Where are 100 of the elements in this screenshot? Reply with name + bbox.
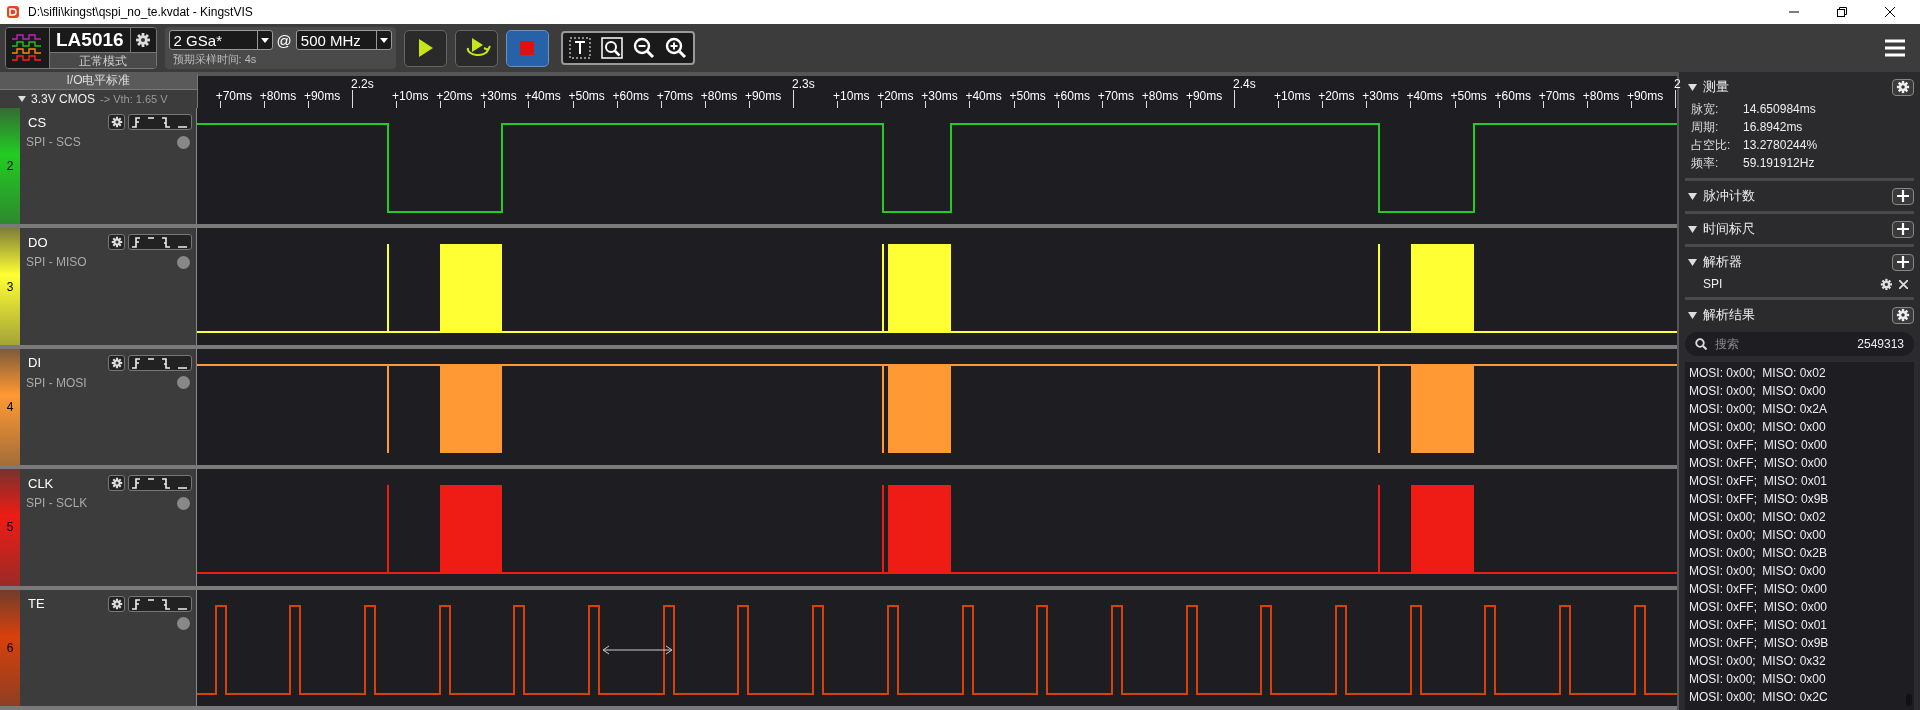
result-row[interactable]: MOSI: 0x00; MISO: 0x32 bbox=[1689, 652, 1910, 670]
status-dot bbox=[177, 255, 190, 269]
window-title: D:\sifli\kingst\qspi_no_te.kvdat - KingstVIS bbox=[28, 5, 253, 19]
result-row[interactable]: MOSI: 0x00; MISO: 0x00 bbox=[1689, 382, 1910, 400]
settings-icon bbox=[110, 356, 123, 369]
add-button[interactable] bbox=[1892, 220, 1914, 238]
tick-label: +20ms bbox=[436, 89, 473, 103]
tick-label: +10ms bbox=[833, 89, 870, 103]
result-row[interactable]: MOSI: 0x00; MISO: 0x00 bbox=[1689, 526, 1910, 544]
restore-icon[interactable] bbox=[1837, 7, 1847, 17]
tick-label: +50ms bbox=[1450, 89, 1487, 103]
decoder-name: SPI bbox=[1703, 277, 1724, 291]
measure-label: 占空比: bbox=[1691, 137, 1732, 154]
channel-name: CS bbox=[27, 114, 48, 130]
zoom-out-icon[interactable] bbox=[632, 37, 655, 59]
measure-label: 频率: bbox=[1691, 155, 1720, 172]
result-row[interactable]: MOSI: 0x00; MISO: 0x2B bbox=[1689, 544, 1910, 562]
section-title: 解析结果 bbox=[1703, 306, 1756, 324]
frequency-dropdown[interactable]: 500 MHz bbox=[295, 30, 392, 50]
loop-button[interactable] bbox=[454, 29, 498, 67]
tick-label: +60ms bbox=[612, 89, 649, 103]
result-row[interactable]: MOSI: 0xFF; MISO: 0x00 bbox=[1689, 436, 1910, 454]
collapse-icon[interactable] bbox=[1688, 225, 1697, 233]
menu-icon[interactable] bbox=[1885, 39, 1905, 57]
settings-button[interactable] bbox=[108, 114, 125, 130]
trigger-edges-icon bbox=[131, 356, 189, 369]
collapse-icon[interactable] bbox=[1688, 311, 1697, 319]
settings-button[interactable] bbox=[1892, 306, 1914, 324]
tick-label: +70ms bbox=[656, 89, 694, 103]
text-select-icon[interactable] bbox=[568, 37, 591, 59]
zoom-area-icon[interactable] bbox=[600, 37, 623, 59]
measure-value: 14.650984ms bbox=[1743, 101, 1817, 118]
result-row[interactable]: MOSI: 0x00; MISO: 0x2A bbox=[1689, 400, 1910, 418]
stop-button[interactable] bbox=[505, 29, 549, 67]
close-icon[interactable] bbox=[1885, 7, 1895, 17]
add-button[interactable] bbox=[1892, 253, 1914, 271]
mode-label[interactable]: 正常模式 bbox=[50, 52, 156, 68]
tick-label: +40ms bbox=[524, 89, 561, 103]
tick-label: +70ms bbox=[1538, 89, 1576, 103]
settings-icon bbox=[110, 116, 123, 128]
trigger-edges-icon bbox=[131, 597, 189, 610]
device-model: LA5016 bbox=[50, 28, 130, 52]
collapse-icon[interactable] bbox=[1688, 83, 1697, 91]
result-row[interactable]: MOSI: 0x00; MISO: 0x00 bbox=[1689, 562, 1910, 580]
result-row[interactable]: MOSI: 0x00; MISO: 0x2C bbox=[1689, 688, 1910, 706]
io-standard-dropdown[interactable]: 3.3V CMOS -> Vth: 1.65 V bbox=[0, 89, 197, 108]
channel-protocol: SPI - MOSI bbox=[26, 375, 87, 390]
measure-value: 13.2780244% bbox=[1743, 137, 1819, 154]
channel-protocol: SPI - MISO bbox=[26, 255, 87, 270]
settings-button[interactable] bbox=[108, 234, 125, 251]
status-dot bbox=[177, 617, 190, 631]
result-row[interactable]: MOSI: 0xFF; MISO: 0x00 bbox=[1689, 454, 1910, 472]
channel-number: 4 bbox=[6, 400, 14, 414]
trigger-button[interactable] bbox=[128, 114, 192, 130]
settings-button[interactable] bbox=[108, 354, 125, 371]
measure-value: 16.8942ms bbox=[1743, 119, 1804, 136]
trigger-button[interactable] bbox=[128, 234, 192, 251]
plus-icon bbox=[1897, 223, 1909, 235]
result-row[interactable]: MOSI: 0x00; MISO: 0x00 bbox=[1689, 418, 1910, 436]
search-field[interactable]: 搜索 2549313 bbox=[1685, 332, 1914, 356]
trigger-button[interactable] bbox=[128, 354, 192, 371]
tick-label: +80ms bbox=[1141, 89, 1179, 103]
measure-value: 59.191912Hz bbox=[1743, 155, 1816, 172]
tick-label: +90ms bbox=[1185, 89, 1223, 103]
settings-button[interactable] bbox=[108, 595, 125, 612]
section-title: 时间标尺 bbox=[1703, 220, 1756, 238]
sample-rate-dropdown[interactable]: 2 GSa* bbox=[168, 30, 273, 50]
result-row[interactable]: MOSI: 0xFF; MISO: 0x9B bbox=[1689, 634, 1910, 652]
tick-label: +50ms bbox=[568, 89, 605, 103]
result-row[interactable]: MOSI: 0xFF; MISO: 0x01 bbox=[1689, 616, 1910, 634]
trigger-button[interactable] bbox=[128, 595, 192, 612]
result-row[interactable]: MOSI: 0x00; MISO: 0x02 bbox=[1689, 364, 1910, 382]
tick-label: +10ms bbox=[1274, 89, 1311, 103]
result-row[interactable]: MOSI: 0x00; MISO: 0x00 bbox=[1689, 670, 1910, 688]
settings-button[interactable] bbox=[1892, 78, 1914, 96]
tick-label: +60ms bbox=[1053, 89, 1090, 103]
collapse-icon[interactable] bbox=[1688, 192, 1697, 200]
channel-protocol: SPI - SCLK bbox=[26, 496, 88, 511]
trigger-button[interactable] bbox=[128, 475, 192, 492]
tick-label: +60ms bbox=[1494, 89, 1531, 103]
status-dot bbox=[177, 376, 190, 390]
result-row[interactable]: MOSI: 0xFF; MISO: 0x9B bbox=[1689, 490, 1910, 508]
collapse-icon[interactable] bbox=[1688, 258, 1697, 266]
settings-icon[interactable] bbox=[1880, 277, 1893, 291]
settings-icon bbox=[110, 236, 123, 249]
start-button[interactable] bbox=[403, 29, 447, 67]
search-input[interactable]: 搜索 bbox=[1715, 337, 1850, 351]
status-dot bbox=[177, 496, 190, 510]
settings-icon[interactable] bbox=[135, 32, 152, 48]
time-label: 2.3s bbox=[792, 77, 815, 91]
result-row[interactable]: MOSI: 0xFF; MISO: 0x01 bbox=[1689, 472, 1910, 490]
zoom-in-icon[interactable] bbox=[664, 37, 687, 59]
result-row[interactable]: MOSI: 0xFF; MISO: 0x00 bbox=[1689, 580, 1910, 598]
add-button[interactable] bbox=[1892, 187, 1914, 205]
settings-button[interactable] bbox=[108, 475, 125, 492]
plus-icon bbox=[1897, 256, 1909, 268]
result-row[interactable]: MOSI: 0x00; MISO: 0x02 bbox=[1689, 508, 1910, 526]
tick-label: +80ms bbox=[259, 89, 297, 103]
result-row[interactable]: MOSI: 0xFF; MISO: 0x00 bbox=[1689, 598, 1910, 616]
caret-icon bbox=[18, 96, 26, 102]
